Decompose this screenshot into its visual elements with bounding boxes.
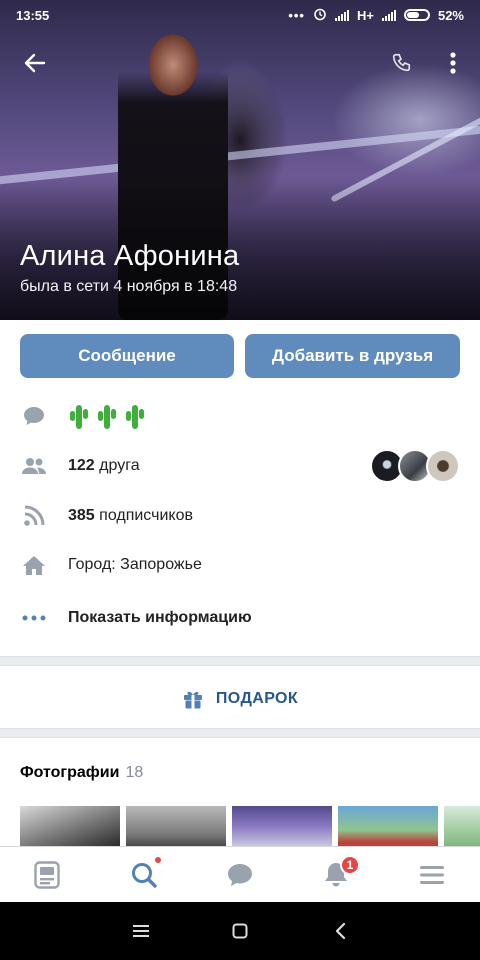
bottom-tab-bar: 1 (0, 846, 480, 902)
rss-icon (20, 502, 48, 530)
status-row (0, 396, 480, 436)
gift-button[interactable]: ПОДАРОК (0, 672, 480, 726)
back-button[interactable] (18, 46, 52, 80)
dots-icon: ••• (288, 7, 305, 23)
tab-messages[interactable] (210, 847, 270, 903)
photos-strip (20, 806, 480, 846)
gift-icon (183, 691, 202, 709)
notifications-badge: 1 (340, 855, 360, 875)
friends-count: 122 (68, 457, 95, 474)
signal-icon (381, 9, 396, 21)
chat-bubble-icon (228, 864, 252, 886)
avatar (426, 449, 460, 483)
cactus-icon (96, 403, 118, 429)
followers-label: подписчиков (99, 507, 193, 524)
cactus-icon (124, 403, 146, 429)
tab-menu[interactable] (402, 847, 462, 903)
signal-icon (334, 9, 349, 21)
network-type: H+ (356, 7, 374, 23)
message-button[interactable]: Сообщение (20, 334, 234, 378)
status-time: 13:55 (16, 7, 50, 23)
photos-count: 18 (125, 764, 144, 781)
home-button[interactable] (225, 916, 255, 946)
cactus-icon (68, 403, 90, 429)
tab-search[interactable] (114, 847, 174, 903)
hamburger-menu-icon (420, 866, 444, 884)
photo-thumbnail[interactable] (232, 806, 332, 846)
photo-thumbnail[interactable] (444, 806, 480, 846)
people-icon (20, 452, 48, 480)
gift-label: ПОДАРОК (215, 690, 299, 707)
new-indicator-dot (154, 856, 162, 864)
home-icon (20, 551, 48, 579)
photo-thumbnail[interactable] (20, 806, 120, 846)
followers-text: 385 подписчиков (68, 507, 193, 525)
ellipsis-icon (20, 604, 48, 632)
show-info-link[interactable]: Показать информацию (68, 609, 252, 627)
system-navigation-bar (0, 902, 480, 960)
friends-avatars[interactable] (370, 449, 460, 483)
cover-detail (0, 122, 480, 186)
photos-header[interactable]: Фотографии 18 (20, 764, 143, 782)
followers-count: 385 (68, 507, 95, 524)
followers-row[interactable]: 385 подписчиков (0, 496, 480, 536)
phone-icon (392, 53, 411, 72)
more-vertical-icon (450, 52, 456, 74)
battery-level: 52% (437, 7, 464, 23)
friends-label: друга (99, 457, 140, 474)
chevron-left-icon (335, 922, 346, 940)
system-back-button[interactable] (325, 916, 355, 946)
friends-row[interactable]: 122 друга (0, 446, 480, 486)
more-button[interactable] (436, 46, 470, 80)
battery-icon (403, 9, 430, 21)
arrow-left-icon (24, 53, 46, 73)
photos-title: Фотографии (20, 764, 120, 781)
speech-bubble-icon (20, 402, 48, 430)
section-divider (0, 656, 480, 666)
status-emoji (68, 403, 146, 429)
recent-apps-button[interactable] (126, 916, 156, 946)
newsfeed-icon (34, 861, 60, 889)
city-row: Город: Запорожье (0, 545, 480, 585)
status-bar: 13:55 ••• H+ 52% (0, 0, 480, 30)
search-icon (132, 863, 157, 888)
alarm-icon (313, 7, 327, 24)
tab-news[interactable] (17, 847, 77, 903)
menu-lines-icon (133, 925, 149, 937)
add-friend-button[interactable]: Добавить в друзья (245, 334, 460, 378)
tab-notifications[interactable]: 1 (306, 847, 366, 903)
friends-text: 122 друга (68, 457, 140, 475)
city-text: Город: Запорожье (68, 556, 202, 573)
show-info-row[interactable]: Показать информацию (0, 598, 480, 638)
photo-thumbnail[interactable] (338, 806, 438, 846)
profile-name: Алина Афонина (20, 240, 240, 272)
section-divider (0, 728, 480, 738)
photo-thumbnail[interactable] (126, 806, 226, 846)
last-seen-status: была в сети 4 ноября в 18:48 (20, 278, 238, 295)
square-icon (232, 923, 248, 939)
call-button[interactable] (384, 46, 418, 80)
